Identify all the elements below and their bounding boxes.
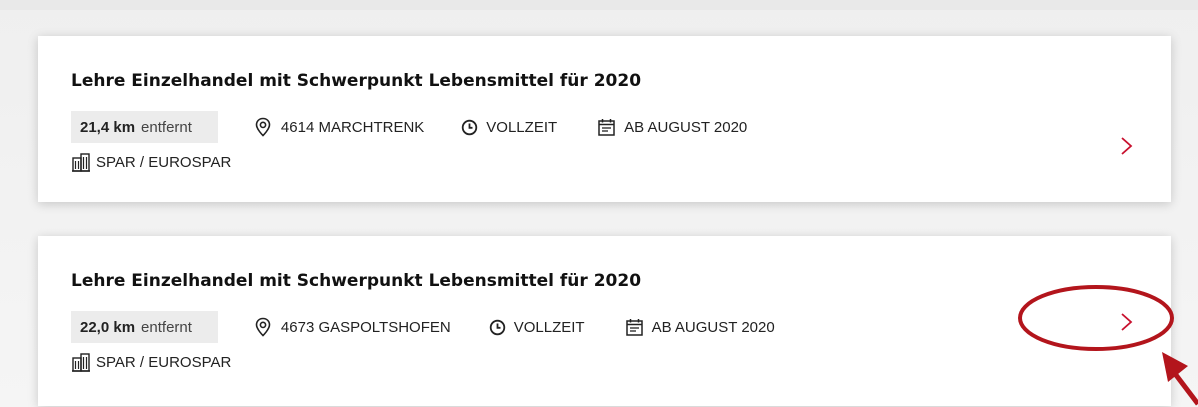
chevron-right-icon[interactable]	[1118, 312, 1136, 332]
calendar-icon	[625, 318, 643, 336]
job-location: 4614 MARCHTRENK	[253, 117, 424, 137]
clock-icon	[462, 119, 478, 135]
job-start: AB AUGUST 2020	[625, 318, 775, 337]
job-employment: VOLLZEIT	[461, 119, 557, 136]
building-icon	[72, 153, 90, 172]
job-company: SPAR / EUROSPAR	[71, 353, 231, 372]
job-meta-row: 21,4 km entfernt 4614 MARCHTRENK VOLLZEI…	[71, 111, 747, 143]
job-location-text: 4614 MARCHTRENK	[280, 118, 425, 136]
job-meta-row: 22,0 km entfernt 4673 GASPOLTSHOFEN VOLL…	[71, 311, 775, 343]
job-card[interactable]: Lehre Einzelhandel mit Schwerpunkt Leben…	[38, 236, 1171, 406]
job-start-text: AB AUGUST 2020	[651, 318, 775, 336]
map-pin-icon	[255, 317, 271, 337]
job-title[interactable]: Lehre Einzelhandel mit Schwerpunkt Leben…	[71, 71, 641, 91]
job-company: SPAR / EUROSPAR	[71, 153, 231, 172]
top-strip	[0, 0, 1198, 10]
job-title[interactable]: Lehre Einzelhandel mit Schwerpunkt Leben…	[71, 271, 641, 291]
building-icon	[72, 353, 90, 372]
job-employment-text: VOLLZEIT	[486, 118, 558, 136]
distance-badge: 21,4 km entfernt	[71, 111, 218, 143]
job-employment-text: VOLLZEIT	[513, 318, 585, 336]
job-list-page: Lehre Einzelhandel mit Schwerpunkt Leben…	[0, 0, 1198, 407]
clock-icon	[489, 319, 505, 335]
job-location: 4673 GASPOLTSHOFEN	[253, 317, 451, 337]
distance-suffix: entfernt	[141, 118, 192, 136]
job-start: AB AUGUST 2020	[597, 118, 747, 137]
distance-badge: 22,0 km entfernt	[71, 311, 218, 343]
distance-suffix: entfernt	[141, 318, 192, 336]
map-pin-icon	[255, 117, 271, 137]
job-company-text: SPAR / EUROSPAR	[96, 354, 232, 371]
job-employment: VOLLZEIT	[489, 319, 585, 336]
calendar-icon	[598, 118, 615, 136]
distance-value: 22,0 km	[80, 318, 136, 336]
job-location-text: 4673 GASPOLTSHOFEN	[280, 318, 451, 336]
distance-value: 21,4 km	[80, 118, 136, 136]
job-start-text: AB AUGUST 2020	[624, 118, 748, 136]
job-card[interactable]: Lehre Einzelhandel mit Schwerpunkt Leben…	[38, 36, 1171, 202]
chevron-right-icon[interactable]	[1118, 136, 1136, 156]
job-company-text: SPAR / EUROSPAR	[96, 154, 232, 171]
